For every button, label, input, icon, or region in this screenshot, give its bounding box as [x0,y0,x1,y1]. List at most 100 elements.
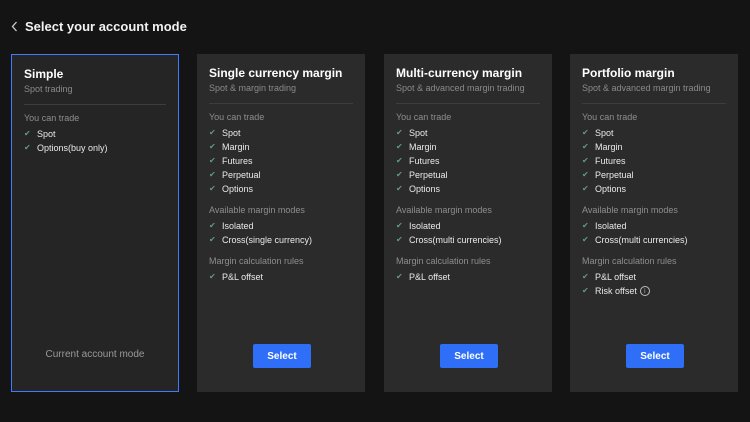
divider [24,104,166,105]
list-item: ✔ Perpetual [582,168,726,182]
section-label: You can trade [209,112,265,122]
trade-section: You can trade ✔ Spot ✔ Margin ✔ Futures ✔ Pe… [396,112,540,196]
check-icon: ✔ [582,184,589,193]
select-button[interactable]: Select [440,344,498,368]
chevron-left-icon[interactable] [8,17,20,35]
account-mode-card-portfolio[interactable]: Portfolio margin Spot & advanced margin … [570,54,738,392]
item-label: Spot [595,128,614,138]
item-label: Options [409,184,441,194]
item-label: Spot [222,128,241,138]
check-icon: ✔ [582,170,589,179]
card-title: Portfolio margin [582,66,675,80]
list-item: ✔ Options [582,182,726,196]
page-title: Select your account mode [25,18,187,34]
card-subtitle: Spot & margin trading [209,83,297,93]
item-label: P&L offset [409,272,451,282]
check-icon: ✔ [582,156,589,165]
section-label: Margin calculation rules [582,256,677,266]
margin-modes-section: Available margin modes ✔ Isolated ✔ Cross(… [582,205,726,247]
item-label: Isolated [409,221,441,231]
item-label: Options(buy only) [37,143,108,153]
item-label: Cross(multi currencies) [409,235,502,245]
calculation-rules-section: Margin calculation rules ✔ P&L offset [209,256,353,284]
item-label: P&L offset [222,272,264,282]
calculation-rules-section: Margin calculation rules ✔ P&L offset [396,256,540,284]
margin-modes-section: Available margin modes ✔ Isolated ✔ Cross(… [209,205,353,247]
list-item: ✔ Spot [24,127,166,141]
list-item: ✔ Margin [582,140,726,154]
list-item: ✔ P&L offset [396,270,540,284]
list-item: ✔ Cross(multi currencies) [396,233,540,247]
check-icon: ✔ [396,142,403,151]
calculation-rules-section: Margin calculation rules ✔ P&L offset ✔ Ri… [582,256,726,298]
list-item: ✔ Risk offset i [582,284,726,298]
list-item: ✔ Perpetual [209,168,353,182]
item-label: Futures [595,156,626,166]
check-icon: ✔ [209,221,216,230]
check-icon: ✔ [396,156,403,165]
select-button[interactable]: Select [253,344,311,368]
item-label: Spot [37,129,56,139]
divider [396,103,540,104]
divider [209,103,353,104]
account-mode-card-multi-currency[interactable]: Multi-currency margin Spot & advanced ma… [384,54,552,392]
item-label: Perpetual [222,170,261,180]
current-mode-label: Current account mode [45,349,145,360]
item-label: Margin [595,142,623,152]
check-icon: ✔ [396,221,403,230]
list-item: ✔ Futures [396,154,540,168]
item-label: Isolated [222,221,254,231]
card-title: Simple [24,67,64,81]
list-item: ✔ Isolated [396,219,540,233]
item-label: Options [595,184,627,194]
list-item: ✔ Margin [396,140,540,154]
account-mode-card-single-currency[interactable]: Single currency margin Spot & margin tra… [197,54,365,392]
item-label: Perpetual [595,170,634,180]
card-title: Multi-currency margin [396,66,523,80]
check-icon: ✔ [209,184,216,193]
section-label: Margin calculation rules [396,256,491,266]
trade-section: You can trade ✔ Spot ✔ Margin ✔ Futures ✔ Pe… [582,112,726,196]
section-label: Available margin modes [396,205,492,215]
item-label: Isolated [595,221,627,231]
list-item: ✔ Options [396,182,540,196]
item-label: Spot [409,128,428,138]
list-item: ✔ Options [209,182,353,196]
check-icon: ✔ [582,128,589,137]
select-button[interactable]: Select [626,344,684,368]
trade-section: You can trade ✔ Spot ✔ Margin ✔ Futures ✔ Pe… [209,112,353,196]
check-icon: ✔ [209,272,216,281]
check-icon: ✔ [396,235,403,244]
check-icon: ✔ [24,143,31,152]
list-item: ✔ Cross(multi currencies) [582,233,726,247]
list-item: ✔ Cross(single currency) [209,233,353,247]
check-icon: ✔ [582,272,589,281]
check-icon: ✔ [24,129,31,138]
card-title: Single currency margin [209,66,343,80]
section-label: Available margin modes [582,205,678,215]
card-subtitle: Spot trading [24,84,73,94]
check-icon: ✔ [209,170,216,179]
check-icon: ✔ [396,170,403,179]
section-label: Margin calculation rules [209,256,304,266]
list-item: ✔ Isolated [209,219,353,233]
check-icon: ✔ [582,286,589,295]
card-subtitle: Spot & advanced margin trading [582,83,711,93]
trade-section: You can trade ✔ Spot ✔ Options(buy only) [24,113,166,155]
info-icon[interactable]: i [639,286,650,296]
list-item: ✔ Perpetual [396,168,540,182]
item-label: Perpetual [409,170,448,180]
item-label: Options [222,184,254,194]
account-mode-card-simple[interactable]: Simple Spot trading You can trade ✔ Spot … [11,54,179,392]
list-item: ✔ Spot [209,126,353,140]
check-icon: ✔ [209,128,216,137]
item-label: Margin [409,142,437,152]
check-icon: ✔ [582,221,589,230]
list-item: ✔ Margin [209,140,353,154]
list-item: ✔ Options(buy only) [24,141,166,155]
list-item: ✔ Futures [582,154,726,168]
check-icon: ✔ [396,128,403,137]
item-label: Futures [409,156,440,166]
list-item: ✔ P&L offset [582,270,726,284]
section-label: Available margin modes [209,205,305,215]
